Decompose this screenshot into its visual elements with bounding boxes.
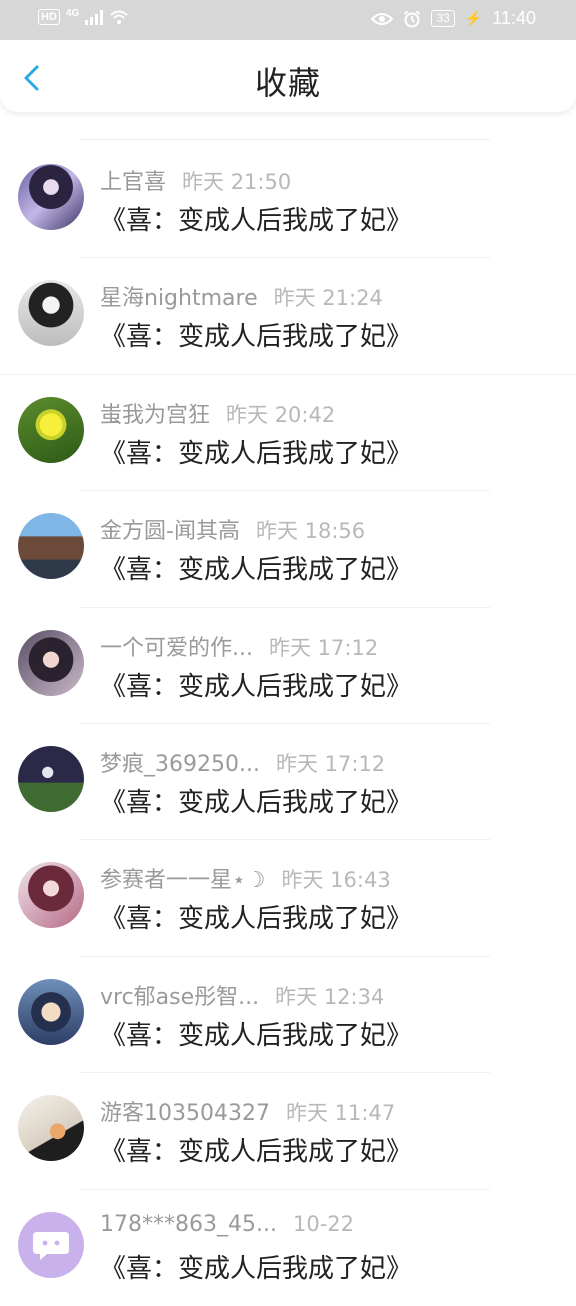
timestamp: 10-22: [292, 1211, 354, 1236]
book-title[interactable]: 《喜：变成人后我成了妃》: [100, 666, 412, 703]
avatar[interactable]: [18, 745, 84, 812]
book-title[interactable]: 《喜：变成人后我成了妃》: [100, 433, 412, 470]
hd-badge: HD: [38, 9, 60, 25]
signal-icon: [85, 9, 104, 25]
list-item[interactable]: vrc郁ase彤智... 昨天 12:34 《喜：变成人后我成了妃》: [0, 957, 576, 1074]
user-name[interactable]: 星海nightmare: [100, 286, 258, 311]
user-name[interactable]: vrc郁ase彤智...: [100, 985, 259, 1010]
chat-bubble-icon: [33, 1231, 69, 1260]
timestamp: 昨天 20:42: [226, 402, 336, 427]
favorites-list: 上官喜 昨天 21:50 《喜：变成人后我成了妃》 星海nightmare 昨天 2…: [0, 112, 576, 1306]
timestamp: 昨天 17:12: [268, 635, 379, 660]
timestamp: 昨天 11:47: [285, 1101, 396, 1126]
book-title[interactable]: 《喜：变成人后我成了妃》: [100, 549, 412, 586]
avatar[interactable]: [18, 862, 84, 929]
timestamp: 昨天 16:43: [281, 868, 391, 893]
list-item[interactable]: 游客103504327 昨天 11:47 《喜：变成人后我成了妃》: [0, 1073, 576, 1190]
book-title[interactable]: 《喜：变成人后我成了妃》: [100, 1015, 412, 1052]
avatar[interactable]: [18, 280, 84, 347]
timestamp: 昨天 18:56: [255, 519, 366, 544]
user-name[interactable]: 梦痕_369250...: [100, 752, 260, 777]
header-bar: 收藏: [0, 40, 576, 112]
partial-list-item: [0, 112, 576, 142]
avatar[interactable]: [18, 396, 84, 463]
timestamp: 昨天 21:24: [273, 286, 383, 311]
clock: 11:40: [492, 8, 536, 28]
eye-icon: [371, 12, 394, 25]
timestamp: 昨天 12:34: [275, 984, 385, 1009]
user-name[interactable]: 参赛者一一星⋆☽: [100, 868, 266, 893]
battery-icon: 33: [431, 10, 455, 27]
book-title[interactable]: 《喜：变成人后我成了妃》: [100, 200, 412, 237]
status-left: HD 4G: [38, 7, 129, 25]
book-title[interactable]: 《喜：变成人后我成了妃》: [100, 898, 412, 935]
user-name[interactable]: 游客103504327: [100, 1101, 270, 1126]
alarm-icon: [404, 10, 421, 27]
user-name[interactable]: 一个可爱的作...: [100, 636, 253, 661]
user-name[interactable]: 蚩我为宫狂: [100, 403, 210, 428]
list-item[interactable]: 星海nightmare 昨天 21:24 《喜：变成人后我成了妃》: [0, 258, 576, 375]
page-title: 收藏: [254, 64, 321, 102]
list-item[interactable]: 参赛者一一星⋆☽ 昨天 16:43 《喜：变成人后我成了妃》: [0, 840, 576, 957]
user-name[interactable]: 178***863_45...: [100, 1212, 277, 1237]
book-title[interactable]: 《喜：变成人后我成了妃》: [100, 782, 412, 819]
status-right: 33 ⚡ 11:40: [371, 8, 536, 29]
book-title[interactable]: 《喜：变成人后我成了妃》: [100, 1248, 412, 1285]
avatar[interactable]: [18, 164, 84, 230]
wifi-icon: [110, 10, 128, 24]
avatar[interactable]: [18, 978, 84, 1045]
list-item[interactable]: 蚩我为宫狂 昨天 20:42 《喜：变成人后我成了妃》: [0, 375, 576, 492]
avatar[interactable]: [18, 1095, 84, 1162]
timestamp: 昨天 21:50: [182, 170, 292, 194]
list-item[interactable]: 上官喜 昨天 21:50 《喜：变成人后我成了妃》: [0, 142, 576, 259]
book-title[interactable]: 《喜：变成人后我成了妃》: [100, 316, 412, 353]
avatar[interactable]: [18, 629, 84, 696]
timestamp: 昨天 17:12: [275, 751, 386, 776]
network-type: 4G: [65, 7, 80, 19]
user-name[interactable]: 金方圆-闻其高: [100, 519, 240, 544]
list-item[interactable]: 梦痕_369250... 昨天 17:12 《喜：变成人后我成了妃》: [0, 724, 576, 841]
list-item[interactable]: 178***863_45... 10-22 《喜：变成人后我成了妃》: [0, 1190, 576, 1306]
avatar[interactable]: [18, 1211, 84, 1278]
avatar[interactable]: [18, 513, 84, 580]
user-name[interactable]: 上官喜: [100, 170, 166, 195]
book-title[interactable]: 《喜：变成人后我成了妃》: [100, 1131, 412, 1168]
status-bar: HD 4G 33 ⚡ 11:40: [0, 0, 576, 40]
list-item[interactable]: 一个可爱的作... 昨天 17:12 《喜：变成人后我成了妃》: [0, 608, 576, 724]
charging-icon: ⚡: [464, 10, 483, 26]
list-item[interactable]: 金方圆-闻其高 昨天 18:56 《喜：变成人后我成了妃》: [0, 491, 576, 608]
